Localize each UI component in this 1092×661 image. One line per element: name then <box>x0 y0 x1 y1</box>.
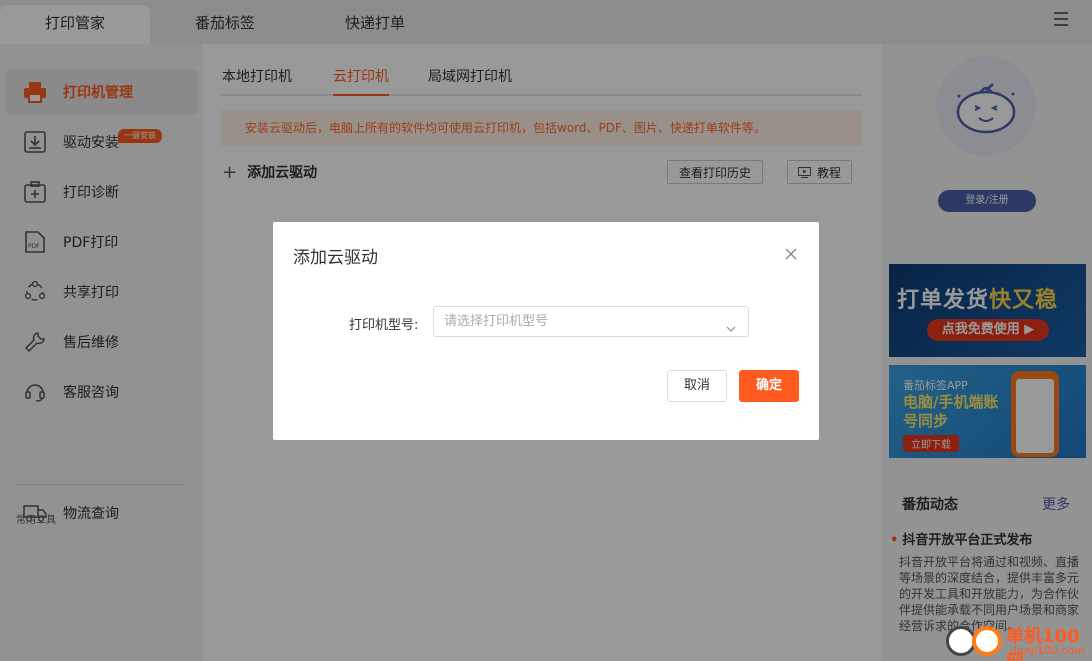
watermark-circle-logo <box>972 626 1002 656</box>
chevron-down-icon <box>726 316 736 332</box>
printer-model-select[interactable]: 请选择打印机型号 <box>433 306 749 337</box>
site-watermark: 单机100网 danji100.com <box>944 620 1092 661</box>
printer-model-label: 打印机型号: <box>349 318 419 333</box>
dialog-title: 添加云驱动 <box>293 248 378 268</box>
add-cloud-driver-dialog: 添加云驱动 打印机型号: 请选择打印机型号 取消 确定 <box>273 222 819 440</box>
printer-model-placeholder: 请选择打印机型号 <box>444 314 549 329</box>
watermark-url: danji100.com <box>1010 644 1085 657</box>
confirm-button[interactable]: 确定 <box>739 370 799 402</box>
cancel-button[interactable]: 取消 <box>667 370 727 402</box>
close-icon[interactable] <box>781 244 801 264</box>
